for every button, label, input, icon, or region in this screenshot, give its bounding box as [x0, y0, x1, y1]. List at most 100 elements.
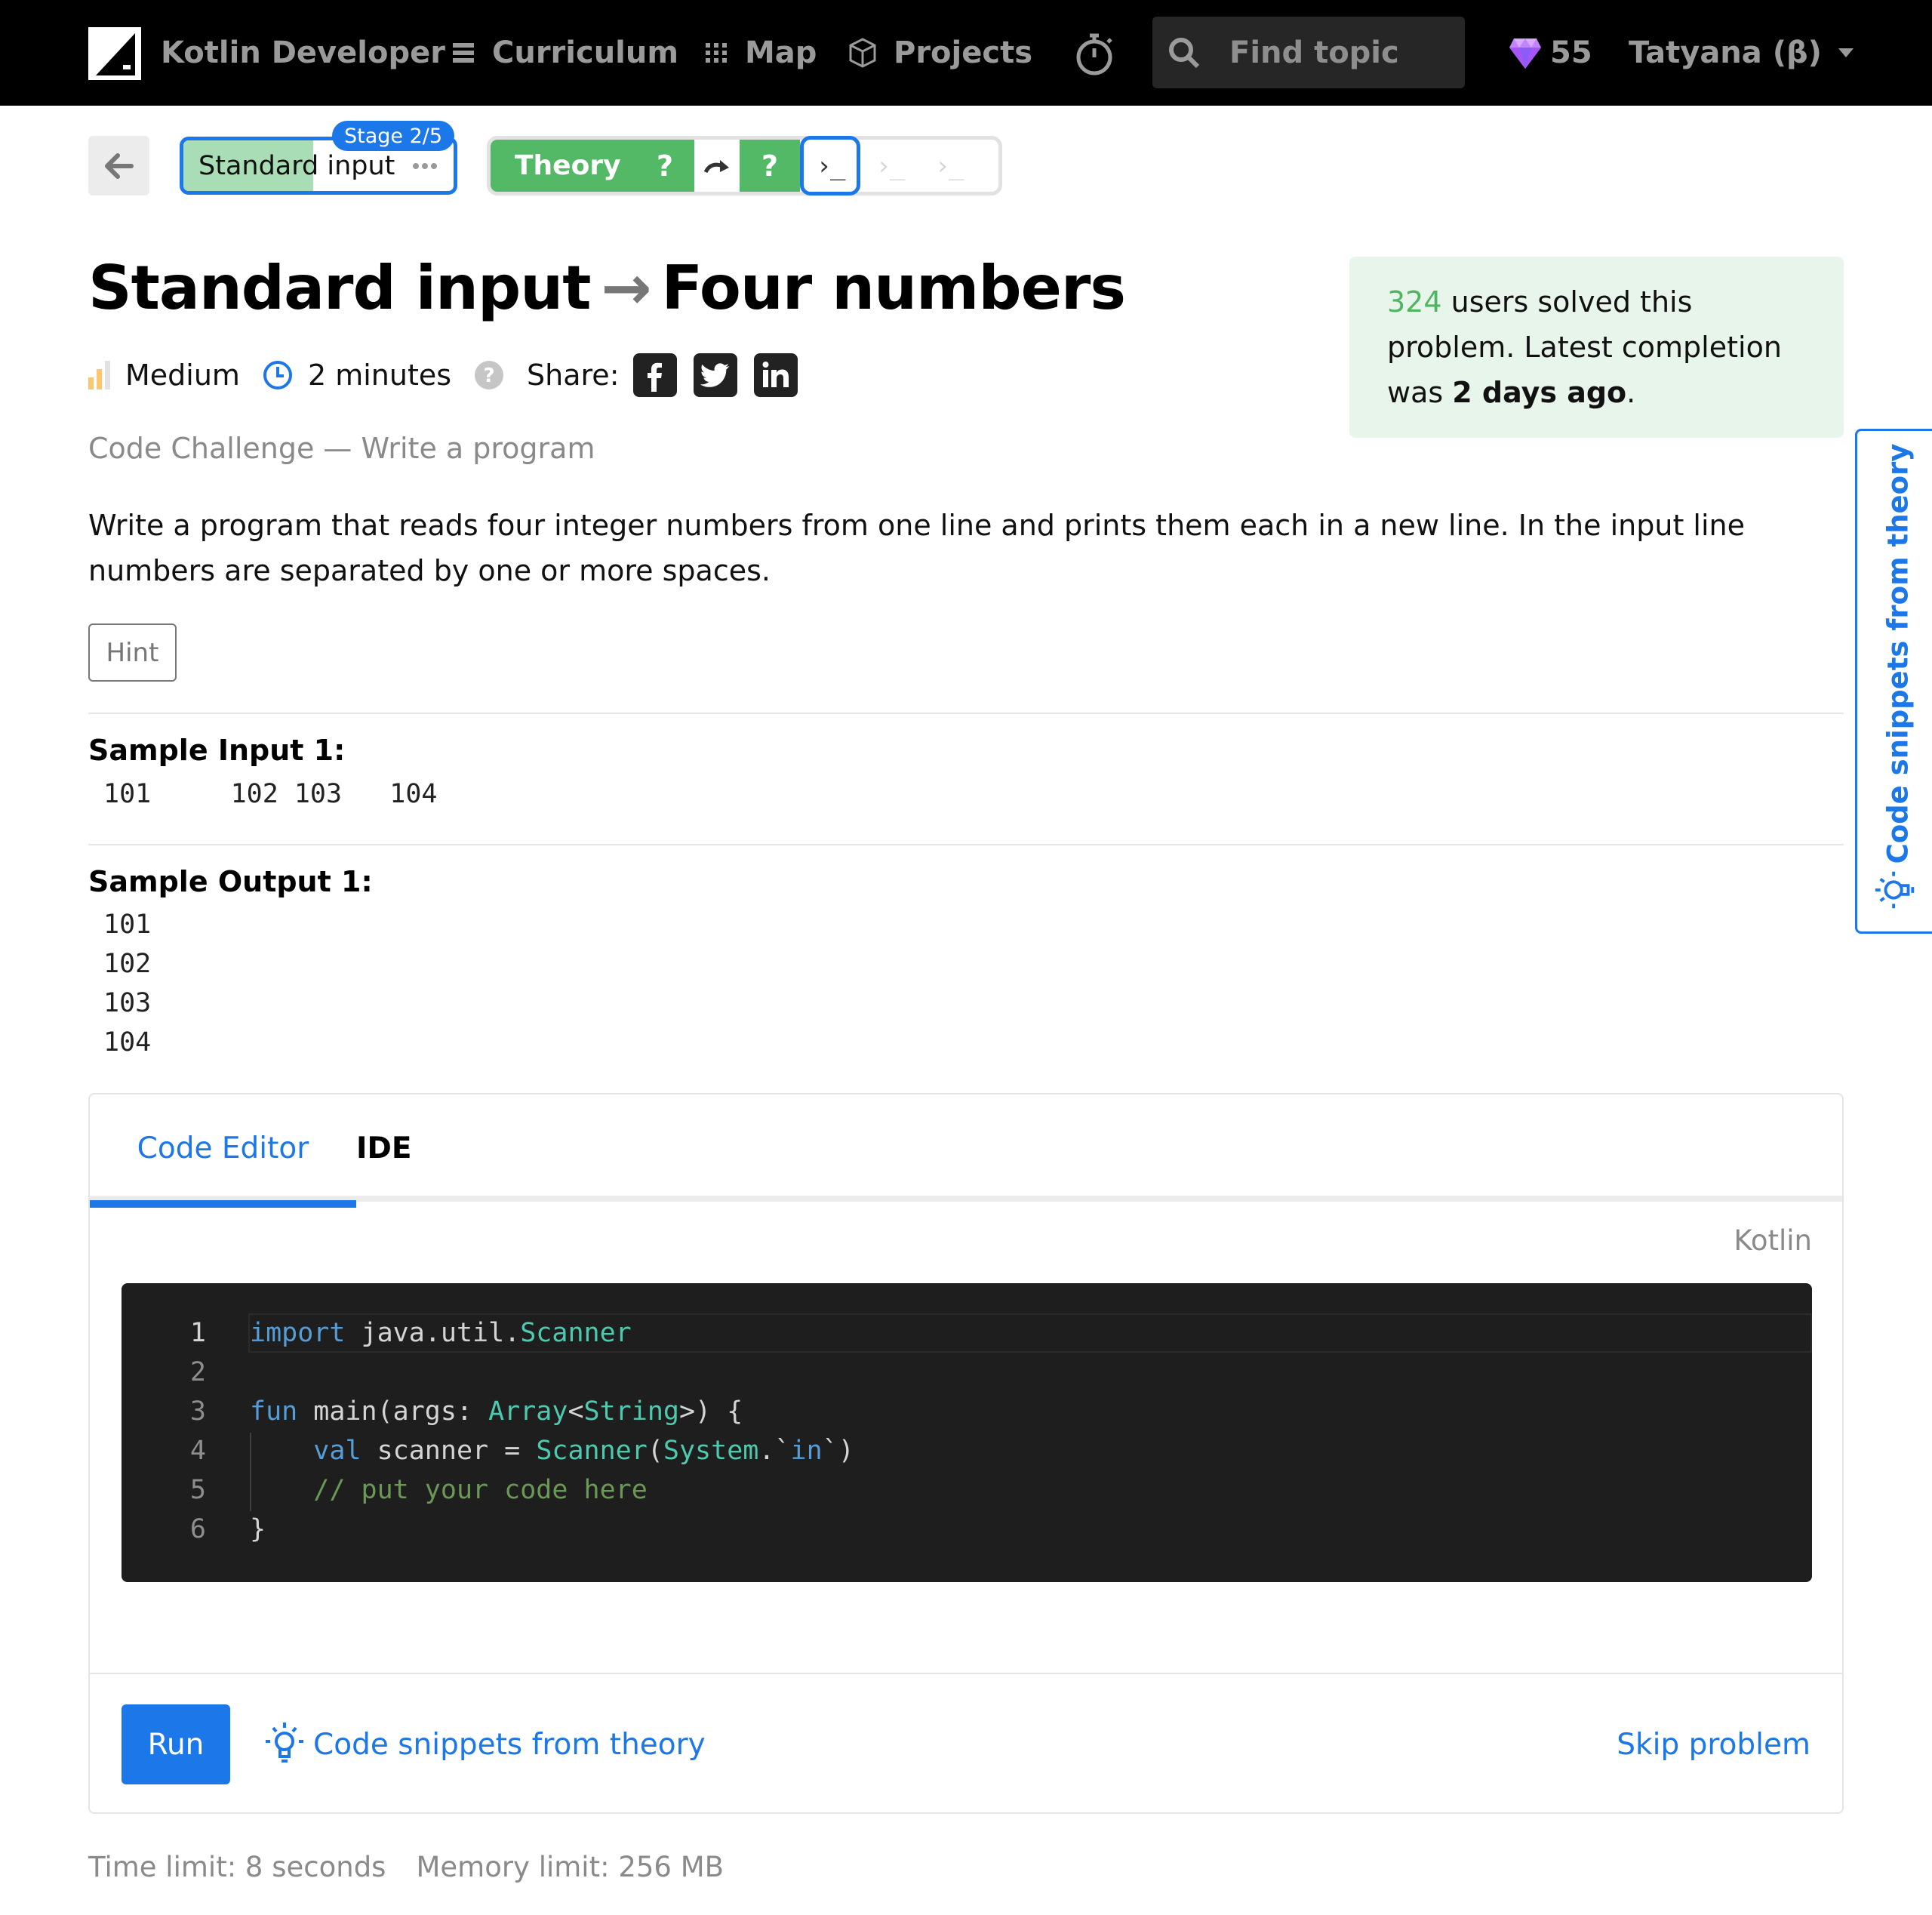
code-snippets-link[interactable]: Code snippets from theory	[262, 1704, 706, 1784]
help-icon[interactable]: ?	[474, 360, 504, 390]
stats-text-end: .	[1626, 376, 1636, 409]
code-line[interactable]: 1 import java.util.Scanner	[122, 1313, 1812, 1353]
duration-label: 2 minutes	[307, 359, 452, 392]
step-theory[interactable]: Theory ?	[491, 140, 694, 192]
skip-problem-link[interactable]: Skip problem	[1617, 1704, 1810, 1784]
sample-input-heading: Sample Input 1:	[88, 734, 346, 767]
sample-output-line: 101	[103, 910, 152, 940]
title-topic-link[interactable]: Standard input	[88, 253, 591, 323]
code-token: scanner =	[361, 1436, 537, 1466]
code-editor[interactable]: 1 import java.util.Scanner 2 3 fun main(args…	[122, 1283, 1812, 1582]
divider	[88, 713, 1844, 714]
code-line[interactable]: 3 fun main(args: Array<String>) {	[122, 1392, 1812, 1431]
code-token: `)	[822, 1436, 854, 1466]
solved-stats-box: 324 users solved this problem. Latest co…	[1349, 257, 1844, 438]
code-token: // put your code here	[313, 1475, 648, 1505]
nav-item-label: Curriculum	[492, 35, 679, 70]
editor-footer: Run Code snippets from theory Skip probl…	[90, 1673, 1842, 1814]
search-icon	[1169, 37, 1200, 68]
run-button[interactable]: Run	[122, 1704, 230, 1784]
code-snippets-side-tab[interactable]: Code snippets from theory	[1855, 429, 1932, 934]
terminal-icon: ›_	[875, 150, 906, 181]
logo-icon[interactable]	[88, 27, 141, 80]
stopwatch-icon[interactable]	[1072, 32, 1117, 77]
twitter-icon	[700, 363, 729, 387]
step-theory-label: Theory	[515, 150, 621, 181]
stage-steps: Theory ? ? ›_ ›_ ›_	[487, 136, 1002, 196]
nav-item-map[interactable]: Map	[704, 30, 817, 75]
line-number: 5	[189, 1475, 206, 1505]
line-number: 4	[189, 1436, 206, 1466]
code-line[interactable]: 2	[122, 1353, 1812, 1392]
hint-button[interactable]: Hint	[88, 623, 177, 682]
code-snippets-label: Code snippets from theory	[313, 1727, 706, 1762]
lightbulb-icon	[266, 1723, 303, 1763]
search-input[interactable]	[1229, 35, 1441, 70]
side-tab-label: Code snippets from theory	[1881, 443, 1914, 864]
nav-brand-link[interactable]: Kotlin Developer	[161, 30, 445, 75]
search-box[interactable]	[1152, 17, 1465, 88]
lightbulb-icon	[1875, 871, 1915, 909]
user-name: Tatyana (β)	[1629, 35, 1822, 70]
time-limit: Time limit: 8 seconds	[88, 1851, 386, 1883]
problem-meta: Medium 2 minutes ? Share:	[88, 353, 814, 398]
page-title: Standard input → Four numbers	[88, 253, 1126, 323]
code-line[interactable]: 4 val scanner = Scanner(System.`in`)	[122, 1431, 1812, 1470]
user-menu[interactable]: Tatyana (β)	[1629, 30, 1854, 75]
question-mark-icon: ?	[761, 149, 779, 183]
code-text: import java.util.Scanner	[250, 1318, 632, 1348]
code-text: // put your code here	[250, 1475, 648, 1505]
svg-text:?: ?	[483, 365, 494, 387]
code-token: }	[250, 1514, 266, 1544]
tab-code-editor[interactable]: Code Editor	[90, 1095, 356, 1208]
sample-output-line: 103	[103, 988, 152, 1018]
tab-ide[interactable]: IDE	[356, 1095, 477, 1202]
share-label: Share:	[527, 359, 620, 392]
gems-count: 55	[1550, 35, 1592, 70]
code-token: String	[583, 1396, 679, 1427]
editor-card: Code Editor IDE Kotlin 1 import java.util…	[88, 1093, 1844, 1814]
step-code-current[interactable]: ›_	[800, 136, 860, 196]
code-token: fun	[250, 1396, 298, 1427]
code-token: (	[647, 1436, 663, 1466]
gems-counter[interactable]: 55	[1508, 30, 1592, 75]
back-button[interactable]	[88, 136, 149, 196]
language-label: Kotlin	[1734, 1224, 1812, 1257]
latest-completion: 2 days ago	[1452, 376, 1627, 409]
sample-output-heading: Sample Output 1:	[88, 865, 373, 898]
nav-item-label: Projects	[894, 35, 1033, 70]
code-line[interactable]: 6}	[122, 1510, 1812, 1549]
arrow-right-icon: →	[601, 253, 651, 323]
twitter-share-button[interactable]	[693, 353, 737, 397]
brand-label: Kotlin Developer	[161, 35, 445, 70]
nav-item-curriculum[interactable]: Curriculum	[451, 30, 678, 75]
nav-item-projects[interactable]: Projects	[848, 30, 1032, 75]
clock-icon	[263, 361, 292, 389]
step-skipped[interactable]	[694, 140, 740, 192]
code-text: fun main(args: Array<String>) {	[250, 1396, 743, 1427]
line-number: 1	[189, 1318, 206, 1348]
nav-item-label: Map	[745, 35, 817, 70]
step-code-locked[interactable]: ›_	[919, 140, 978, 192]
facebook-share-button[interactable]	[632, 353, 677, 397]
difficulty-bars-icon	[88, 361, 110, 389]
skip-arrow-icon	[703, 159, 729, 173]
code-token: System	[663, 1436, 759, 1466]
editor-tabs: Code Editor IDE	[90, 1095, 1842, 1208]
code-token: Scanner	[536, 1436, 648, 1466]
code-token: in	[790, 1436, 823, 1466]
linkedin-share-button[interactable]	[753, 353, 798, 397]
step-quiz[interactable]: ?	[740, 140, 800, 192]
step-code-locked[interactable]: ›_	[860, 140, 919, 192]
top-navbar: Kotlin Developer Curriculum Map Projects…	[0, 0, 1932, 106]
code-text: val scanner = Scanner(System.`in`)	[250, 1436, 854, 1466]
stage-badge: Stage 2/5	[332, 121, 455, 151]
memory-limit: Memory limit: 256 MB	[416, 1851, 724, 1883]
code-token: .`	[758, 1436, 791, 1466]
code-line[interactable]: 5 // put your code here	[122, 1470, 1812, 1510]
linkedin-icon	[762, 362, 789, 387]
line-number: 6	[189, 1514, 206, 1544]
line-number: 2	[189, 1357, 206, 1387]
sample-output-line: 104	[103, 1027, 152, 1058]
